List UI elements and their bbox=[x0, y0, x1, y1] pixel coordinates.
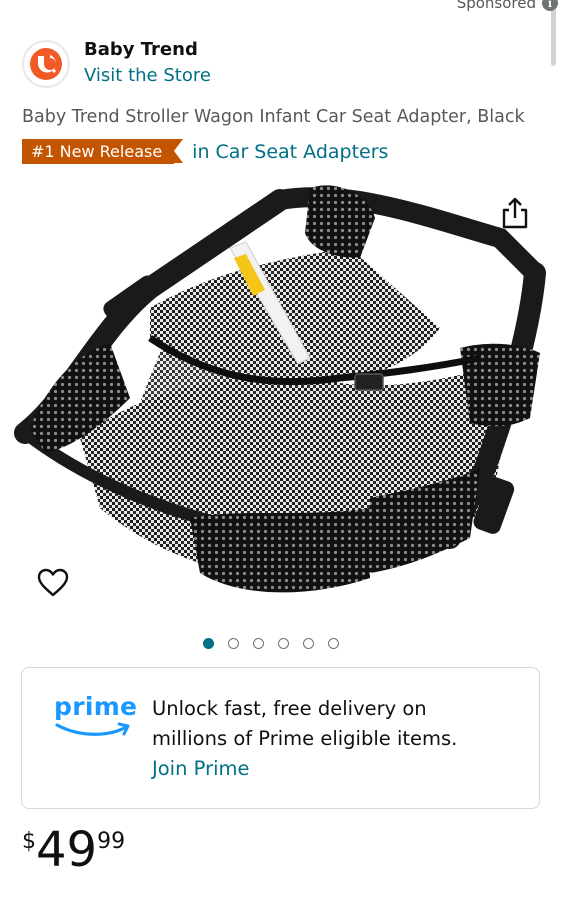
prime-line-1: Unlock fast, free delivery on bbox=[152, 697, 427, 720]
info-icon[interactable]: i bbox=[542, 0, 558, 11]
price: $ 49 99 bbox=[22, 820, 125, 880]
new-release-badge[interactable]: #1 New Release bbox=[22, 139, 184, 164]
prime-smile-icon bbox=[55, 722, 130, 736]
carousel-dot-4[interactable] bbox=[278, 638, 289, 649]
image-carousel-indicator bbox=[203, 638, 339, 649]
brand-name: Baby Trend bbox=[84, 39, 198, 60]
wishlist-heart-icon[interactable] bbox=[36, 566, 70, 600]
product-title: Baby Trend Stroller Wagon Infant Car Sea… bbox=[22, 107, 525, 127]
prime-line-2: millions of Prime eligible items. bbox=[152, 727, 458, 750]
visit-store-link[interactable]: Visit the Store bbox=[84, 62, 211, 90]
carousel-dot-1[interactable] bbox=[203, 638, 214, 649]
brand-row: Baby Trend Visit the Store bbox=[22, 38, 211, 90]
carousel-dot-2[interactable] bbox=[228, 638, 239, 649]
brand-logo[interactable] bbox=[22, 40, 70, 88]
baby-trend-logo-icon bbox=[30, 48, 62, 80]
join-prime-link[interactable]: Join Prime bbox=[152, 754, 457, 784]
prime-logo-text: prime bbox=[54, 692, 138, 721]
prime-message: Unlock fast, free delivery on millions o… bbox=[152, 694, 457, 784]
price-fraction: 99 bbox=[97, 829, 126, 854]
price-whole: 49 bbox=[36, 822, 98, 878]
badge-row: #1 New Release in Car Seat Adapters bbox=[22, 139, 388, 164]
carousel-dot-5[interactable] bbox=[303, 638, 314, 649]
brand-info: Baby Trend Visit the Store bbox=[84, 38, 211, 90]
carousel-dot-6[interactable] bbox=[328, 638, 339, 649]
sponsored-label: Sponsored i bbox=[457, 0, 558, 12]
category-link[interactable]: in Car Seat Adapters bbox=[192, 141, 388, 163]
carousel-dot-3[interactable] bbox=[253, 638, 264, 649]
sponsored-text: Sponsored bbox=[456, 0, 536, 12]
product-image[interactable] bbox=[10, 178, 550, 608]
prime-promo-card[interactable]: prime Unlock fast, free delivery on mill… bbox=[21, 667, 540, 809]
price-currency-symbol: $ bbox=[22, 829, 36, 854]
prime-logo: prime bbox=[54, 692, 137, 743]
